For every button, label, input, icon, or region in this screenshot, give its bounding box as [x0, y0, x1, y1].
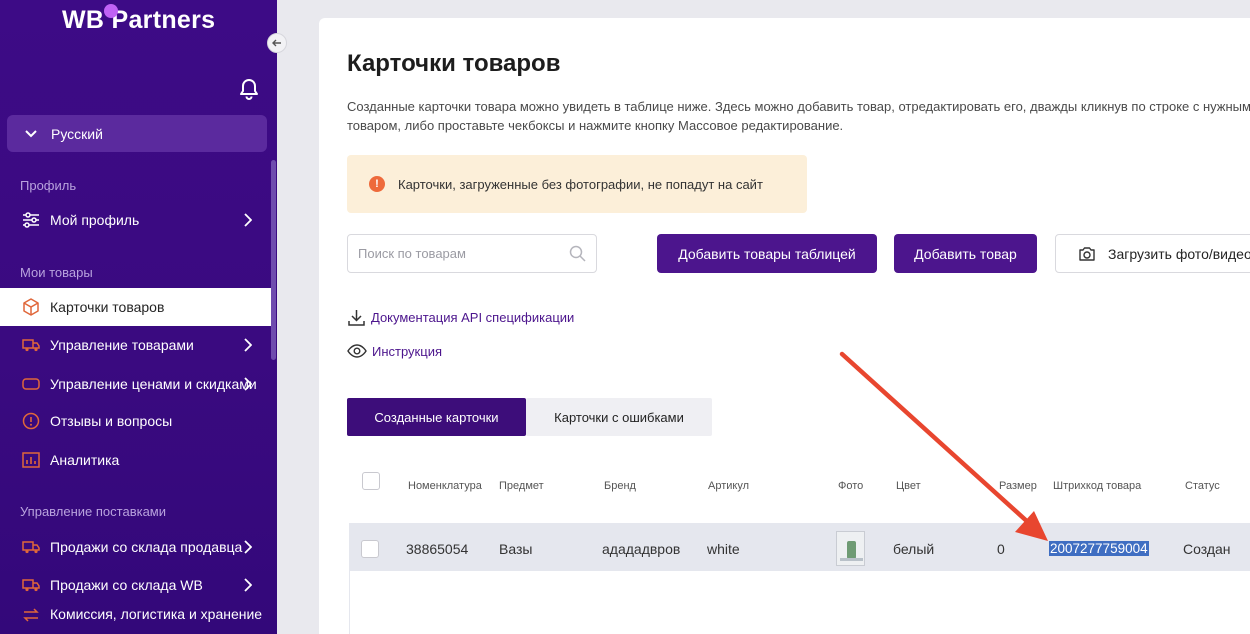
column-header[interactable]: Статус: [1185, 480, 1220, 492]
camera-icon: [1078, 246, 1096, 262]
chevron-down-icon: [25, 129, 37, 138]
section-title-my-goods: Мои товары: [20, 265, 93, 280]
sidebar-scrollbar[interactable]: [271, 160, 276, 360]
instruction-label: Инструкция: [372, 343, 442, 359]
truck-icon: [22, 576, 40, 594]
cell-color: белый: [893, 541, 935, 557]
table-row-details: [349, 571, 1250, 634]
sidebar-item-prices-discounts[interactable]: Управление ценами и скидками: [0, 366, 272, 402]
warning-banner: ! Карточки, загруженные без фотографии, …: [347, 155, 807, 213]
tab-cards-with-errors[interactable]: Карточки с ошибками: [526, 398, 712, 436]
sidebar-item-commission[interactable]: Комиссия, логистика и хранение: [0, 606, 272, 634]
sidebar-item-label: Продажи со склада WB: [50, 576, 203, 593]
chevron-right-icon: [244, 578, 252, 592]
arrow-left-icon: [272, 39, 281, 47]
column-header[interactable]: Номенклатура: [408, 480, 482, 492]
sidebar-item-label: Комиссия, логистика и хранение: [50, 606, 263, 622]
sliders-icon: [22, 211, 40, 229]
chart-icon: [22, 451, 40, 469]
add-item-button[interactable]: Добавить товар: [894, 234, 1037, 273]
eye-icon: [347, 343, 367, 359]
sidebar-item-label: Карточки товаров: [50, 298, 165, 315]
api-docs-label: Документация API спецификации: [371, 310, 575, 325]
search-icon[interactable]: [569, 245, 586, 267]
language-selector[interactable]: Русский: [7, 115, 267, 152]
column-header[interactable]: Фото: [838, 480, 863, 492]
sidebar-item-goods-management[interactable]: Управление товарами: [0, 333, 272, 357]
box-icon: [22, 298, 40, 316]
search-input[interactable]: [358, 246, 558, 261]
bell-icon[interactable]: [236, 76, 262, 102]
cell-barcode: 2007277759004: [1049, 541, 1149, 556]
download-icon: [347, 308, 366, 327]
sidebar-item-label: Аналитика: [50, 451, 120, 468]
transfer-icon: [22, 606, 40, 624]
column-header[interactable]: Цвет: [896, 480, 921, 492]
sidebar-item-seller-warehouse[interactable]: Продажи со склада продавца: [0, 535, 272, 559]
cell-status: Создан: [1183, 541, 1231, 557]
sidebar-item-analytics[interactable]: Аналитика: [0, 448, 272, 472]
sidebar-item-label: Управление ценами и скидками: [50, 375, 257, 392]
sidebar-item-product-cards[interactable]: Карточки товаров: [0, 288, 272, 326]
warning-text: Карточки, загруженные без фотографии, не…: [398, 176, 763, 192]
product-photo-thumbnail[interactable]: [836, 531, 865, 566]
page-description: Созданные карточки товара можно увидеть …: [347, 99, 1250, 133]
chevron-right-icon: [244, 213, 252, 227]
sidebar-item-reviews[interactable]: Отзывы и вопросы: [0, 409, 272, 433]
tag-icon: [22, 375, 40, 393]
alert-circle-icon: [22, 412, 40, 430]
cell-article: white: [707, 541, 740, 557]
warning-icon: !: [369, 176, 385, 192]
cell-subject: Вазы: [499, 541, 533, 557]
column-header[interactable]: Бренд: [604, 480, 636, 492]
column-header[interactable]: Размер: [999, 480, 1037, 492]
api-docs-link[interactable]: Документация API спецификации: [347, 308, 574, 327]
chevron-right-icon: [244, 540, 252, 554]
add-goods-table-button[interactable]: Добавить товары таблицей: [657, 234, 877, 273]
sidebar-item-label: Продажи со склада продавца: [50, 538, 243, 555]
select-all-checkbox[interactable]: [362, 472, 380, 490]
language-label: Русский: [51, 125, 103, 142]
upload-media-button[interactable]: Загрузить фото/видео: [1055, 234, 1250, 273]
barcode-highlighted: 2007277759004: [1049, 541, 1149, 556]
column-header[interactable]: Предмет: [499, 480, 544, 492]
upload-media-label: Загрузить фото/видео: [1108, 245, 1250, 262]
cell-brand: адададвров: [602, 541, 681, 557]
wb-partners-logo[interactable]: WB Partners: [62, 4, 216, 35]
section-title-profile: Профиль: [20, 178, 77, 193]
sidebar: WB Partners Русский Профиль Мой профиль …: [0, 0, 277, 634]
sidebar-item-my-profile[interactable]: Мой профиль: [0, 208, 272, 232]
logo-text: WB Partners: [62, 6, 216, 34]
collapse-sidebar-button[interactable]: [267, 33, 287, 53]
sidebar-item-label: Управление товарами: [50, 336, 194, 353]
tab-created-cards[interactable]: Созданные карточки: [347, 398, 526, 436]
row-checkbox[interactable]: [361, 540, 379, 558]
cards-tabs: Созданные карточки Карточки с ошибками: [347, 398, 712, 436]
truck-icon: [22, 538, 40, 556]
instruction-link[interactable]: Инструкция: [347, 343, 442, 359]
column-header[interactable]: Артикул: [708, 480, 749, 492]
section-title-supplies: Управление поставками: [20, 504, 166, 519]
sidebar-item-wb-warehouse[interactable]: Продажи со склада WB: [0, 573, 272, 597]
chevron-right-icon: [244, 338, 252, 352]
search-field[interactable]: [347, 234, 597, 273]
sidebar-item-label: Мой профиль: [50, 211, 140, 228]
cell-nomenclature: 38865054: [406, 541, 469, 557]
cell-size: 0: [997, 541, 1005, 557]
column-header[interactable]: Штрихкод товара: [1053, 480, 1141, 492]
page-title: Карточки товаров: [347, 50, 561, 77]
sidebar-item-label: Отзывы и вопросы: [50, 412, 173, 429]
logo-dot: [104, 4, 118, 18]
chevron-right-icon: [244, 377, 252, 391]
truck-icon: [22, 336, 40, 354]
